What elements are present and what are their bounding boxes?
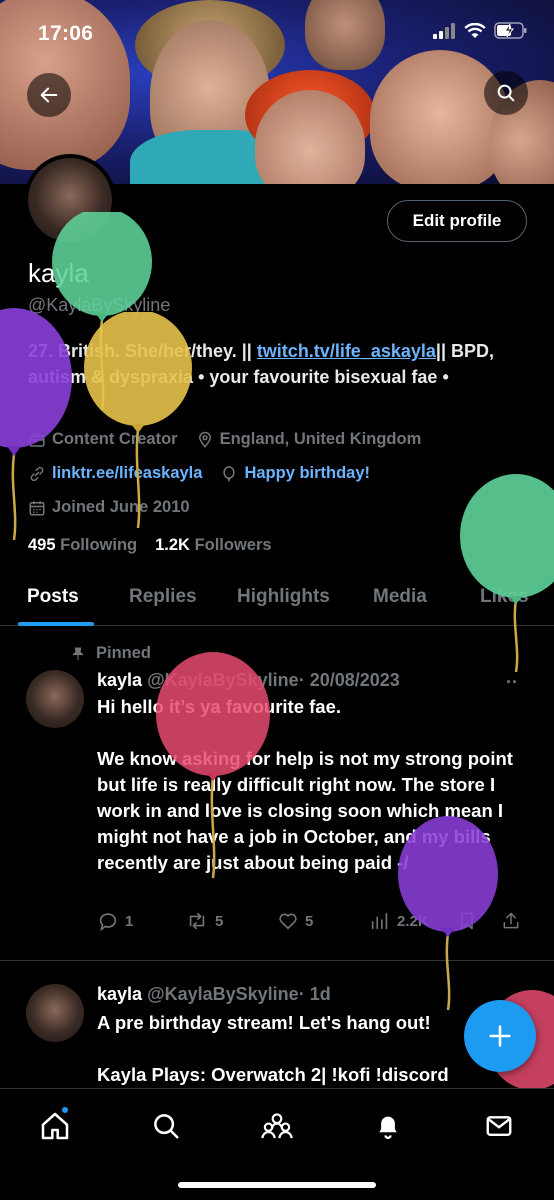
- balloon-icon: [223, 465, 236, 481]
- reply-button[interactable]: 1: [97, 910, 133, 932]
- tweet-more-button[interactable]: ··: [506, 672, 518, 693]
- profile-website[interactable]: linktr.ee/lifeaskayla: [28, 464, 202, 483]
- profile-meta-row-3: Joined June 2010: [28, 498, 190, 517]
- heart-icon: [279, 913, 297, 930]
- tweet-divider: [0, 960, 554, 961]
- like-button[interactable]: 5: [277, 910, 313, 932]
- pinned-indicator: Pinned: [70, 644, 151, 663]
- status-icons: [432, 22, 528, 39]
- plus-icon: [489, 1025, 511, 1047]
- location-pin-icon: [198, 431, 211, 448]
- profile-category: Content Creator: [28, 430, 178, 449]
- nav-messages[interactable]: [482, 1109, 516, 1143]
- nav-notifications[interactable]: [371, 1109, 405, 1143]
- search-icon: [154, 1114, 179, 1139]
- tweet-avatar[interactable]: [26, 670, 84, 728]
- profile-joined: Joined June 2010: [28, 498, 190, 517]
- nav-communities[interactable]: [260, 1109, 294, 1143]
- briefcase-icon: [29, 432, 45, 447]
- profile-meta-row: Content Creator England, United Kingdom: [28, 430, 421, 449]
- pin-icon: [72, 647, 84, 660]
- views-chart-icon: [371, 912, 388, 930]
- status-time: 17:06: [38, 22, 94, 45]
- display-name: kayla: [28, 258, 89, 288]
- bell-icon: [379, 1116, 397, 1139]
- profile-birthday: Happy birthday!: [220, 464, 370, 483]
- followers-link[interactable]: 1.2K Followers: [155, 536, 271, 555]
- search-icon: [497, 84, 515, 102]
- profile-location: England, United Kingdom: [196, 430, 421, 449]
- profile-avatar[interactable]: [24, 154, 116, 246]
- views-button[interactable]: 2.2K: [369, 910, 429, 932]
- tweet-author-handle: @KaylaBySkyline: [147, 670, 299, 690]
- bio-link[interactable]: twitch.tv/life_askayla: [257, 341, 436, 361]
- tab-media[interactable]: Media: [373, 586, 427, 608]
- tweet-author-name[interactable]: kayla: [97, 984, 142, 1004]
- tab-replies[interactable]: Replies: [129, 586, 197, 608]
- arrow-left-icon: [40, 87, 58, 103]
- mail-icon: [486, 1116, 512, 1136]
- battery-charging-icon: [494, 22, 527, 39]
- nav-search[interactable]: [149, 1109, 183, 1143]
- profile-bio: 27. British. She/her/they. || twitch.tv/…: [28, 338, 518, 390]
- tweet-header: kayla @KaylaBySkyline· 1d: [97, 984, 331, 1005]
- tweet-avatar[interactable]: [26, 984, 84, 1042]
- following-link[interactable]: 495 Following: [28, 536, 137, 555]
- tab-highlights[interactable]: Highlights: [237, 586, 330, 608]
- banner-person: [370, 50, 510, 184]
- tab-posts[interactable]: Posts: [27, 586, 79, 608]
- signal-icon: [433, 22, 455, 39]
- tab-likes[interactable]: Likes: [480, 586, 529, 608]
- share-icon: [503, 912, 519, 929]
- tweet-text: Hi hello it’s ya favourite fae. We know …: [97, 696, 513, 873]
- follow-stats: 495 Following 1.2K Followers: [28, 536, 272, 555]
- bio-text: 27. British. She/her/they. ||: [28, 341, 257, 361]
- profile-tabs: Posts Replies Highlights Media Likes: [0, 572, 554, 626]
- repost-icon: [189, 912, 205, 930]
- link-icon: [30, 466, 44, 481]
- tweet-author-name[interactable]: kayla: [97, 670, 142, 690]
- tweet-date: · 20/08/2023: [298, 670, 400, 690]
- calendar-icon: [29, 500, 45, 515]
- profile-meta-row-2: linktr.ee/lifeaskayla Happy birthday!: [28, 464, 370, 483]
- nav-home[interactable]: [38, 1105, 72, 1143]
- reply-icon: [99, 913, 117, 932]
- tweet-date: · 1d: [298, 984, 331, 1004]
- compose-post-button[interactable]: [464, 1000, 536, 1072]
- share-button[interactable]: [501, 910, 521, 932]
- active-tab-indicator: [18, 622, 94, 626]
- edit-profile-button[interactable]: Edit profile: [387, 200, 527, 242]
- repost-button[interactable]: 5: [185, 910, 223, 932]
- people-icon: [261, 1113, 293, 1139]
- tweet-header: kayla @KaylaBySkyline· 20/08/2023: [97, 670, 400, 691]
- notification-dot: [60, 1105, 70, 1115]
- tweet-actions: 1 5 5 2.2K: [97, 910, 527, 936]
- status-bar: 17:06: [0, 0, 554, 64]
- home-indicator[interactable]: [178, 1182, 376, 1188]
- wifi-icon: [464, 22, 486, 38]
- bookmark-icon: [461, 912, 473, 930]
- back-button[interactable]: [27, 73, 71, 117]
- search-button[interactable]: [484, 71, 528, 115]
- profile-handle: @KaylaBySkyline: [28, 295, 171, 315]
- tweet-author-handle: @KaylaBySkyline: [147, 984, 299, 1004]
- bookmark-button[interactable]: [457, 910, 477, 932]
